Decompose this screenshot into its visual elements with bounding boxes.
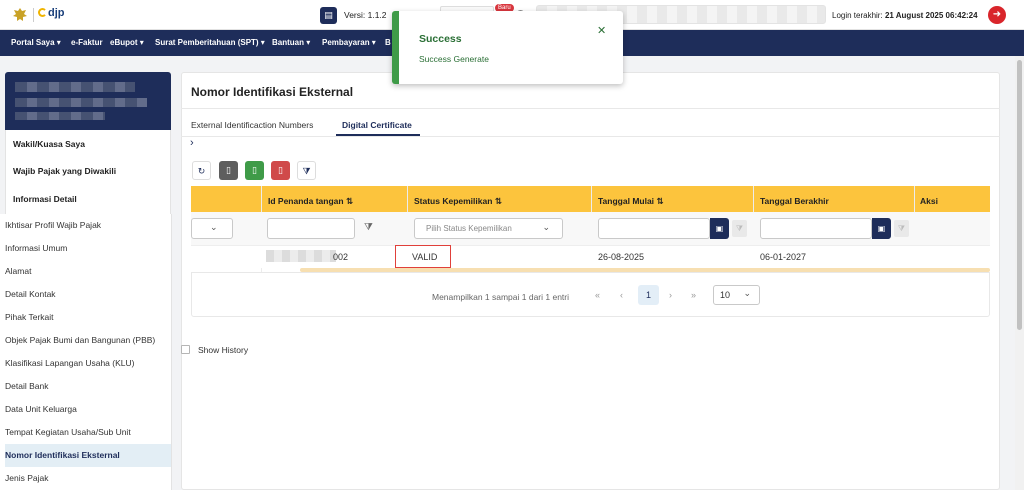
refresh-button[interactable]: ↻ (192, 161, 211, 180)
start-date-input[interactable] (598, 218, 710, 239)
pdf-icon: ▯ (278, 165, 283, 175)
nav-spt[interactable]: Surat Pemberitahuan (SPT) ▾ (155, 38, 265, 47)
logo-separator (33, 8, 34, 22)
excel-icon: ▯ (252, 165, 257, 175)
clear-filter-button[interactable]: ⧩ (297, 161, 316, 180)
nav-ebupot[interactable]: eBupot ▾ (110, 38, 144, 47)
redacted-info (15, 112, 105, 120)
logout-icon: ➜ (992, 9, 1002, 20)
tab-digital-certificate[interactable]: Digital Certificate (342, 120, 412, 130)
sidebar-item-detail-kontak[interactable]: Detail Kontak (5, 283, 171, 306)
chevron-down-icon: ⌄ (743, 288, 751, 298)
sidebar-item-pihak-terkait[interactable]: Pihak Terkait (5, 306, 171, 329)
chevron-right-icon[interactable]: › (190, 137, 194, 149)
column-tanggal-mulai[interactable]: Tanggal Mulai ⇅ (598, 196, 664, 207)
clear-date-button[interactable]: ⧩ (732, 220, 747, 237)
sidebar-heading-wajib-pajak[interactable]: Wajib Pajak yang Diwakili (13, 166, 116, 176)
sidebar-heading-wakil[interactable]: Wakil/Kuasa Saya (13, 139, 85, 149)
nav-pembayaran[interactable]: Pembayaran ▾ (322, 38, 376, 47)
pagination-summary: Menampilkan 1 sampai 1 dari 1 entri (432, 292, 570, 302)
first-page-button[interactable]: « (595, 290, 600, 300)
djp-logo[interactable]: djp (38, 7, 65, 19)
sidebar-item-detail-bank[interactable]: Detail Bank (5, 375, 171, 398)
filter-icon: ⧩ (302, 166, 311, 176)
sidebar-item-nomor-identifikasi[interactable]: Nomor Identifikasi Eksternal (5, 444, 171, 467)
nav-portal-saya[interactable]: Portal Saya ▾ (11, 38, 61, 47)
tab-external-identification[interactable]: External Identificaction Numbers (191, 120, 313, 130)
last-login: Login terakhir: 21 August 2025 06:42:24 (832, 11, 978, 20)
sidebar-item-klu[interactable]: Klasifikasi Lapangan Usaha (KLU) (5, 352, 171, 375)
file-icon: ▯ (226, 165, 231, 175)
close-icon[interactable]: ✕ (597, 24, 606, 37)
refresh-icon: ↻ (197, 166, 206, 176)
sidebar-item-informasi-umum[interactable]: Informasi Umum (5, 237, 171, 260)
page-title: Nomor Identifikasi Eksternal (191, 85, 354, 99)
clear-date-button[interactable]: ⧩ (894, 220, 909, 237)
version-label: Versi: 1.1.2 (344, 10, 387, 20)
sidebar-item-alamat[interactable]: Alamat (5, 260, 171, 283)
show-history-label[interactable]: Show History (198, 345, 248, 355)
sidebar-heading-informasi[interactable]: Informasi Detail (13, 194, 77, 204)
export-excel-button[interactable]: ▯ (245, 161, 264, 180)
column-aksi: Aksi (920, 196, 938, 206)
column-filter-select[interactable]: ⌄ (191, 218, 233, 239)
id-filter-input[interactable] (267, 218, 355, 239)
pagination-bar (191, 273, 990, 317)
sidebar-item-tempat-usaha[interactable]: Tempat Kegiatan Usaha/Sub Unit (5, 421, 171, 444)
divider (181, 108, 1000, 109)
nav-e-faktur[interactable]: e-Faktur (71, 38, 103, 47)
chevron-down-icon: ⌄ (542, 222, 550, 232)
redacted-id (266, 250, 336, 262)
status-filter-select[interactable]: Pilih Status Kepemilikan ⌄ (414, 218, 563, 239)
page-size-select[interactable]: 10 ⌄ (713, 285, 760, 305)
page-1-button[interactable]: 1 (638, 285, 659, 305)
export-pdf-button[interactable]: ▯ (271, 161, 290, 180)
logout-button[interactable]: ➜ (988, 6, 1006, 24)
sidebar-item-unit-keluarga[interactable]: Data Unit Keluarga (5, 398, 171, 421)
cell-tanggal-berakhir: 06-01-2027 (760, 252, 807, 262)
column-status-kepemilikan[interactable]: Status Kepemilikan ⇅ (414, 196, 502, 207)
cell-id-penanda-tangan: 002 (333, 252, 349, 262)
filter-icon[interactable]: ⧩ (364, 222, 373, 233)
show-history-checkbox[interactable] (181, 345, 190, 354)
status-filter-placeholder: Pilih Status Kepemilikan (426, 224, 512, 233)
toast-message: Success Generate (419, 54, 489, 64)
calendar-icon: ▣ (877, 224, 886, 233)
garuda-emblem-icon (13, 8, 27, 21)
last-page-button[interactable]: » (691, 290, 696, 300)
sidebar-item-ikhtisar[interactable]: Ikhtisar Profil Wajib Pajak (5, 214, 171, 237)
column-tanggal-berakhir: Tanggal Berakhir (760, 196, 829, 206)
filter-icon: ⧩ (897, 224, 906, 233)
cell-tanggal-mulai: 26-08-2025 (598, 252, 645, 262)
end-date-input[interactable] (760, 218, 872, 239)
highlight-box (395, 245, 451, 268)
page-size-value: 10 (720, 290, 731, 300)
sidebar-item-jenis-pajak[interactable]: Jenis Pajak (5, 467, 171, 490)
calendar-button[interactable]: ▣ (872, 218, 891, 239)
nav-bantuan[interactable]: Bantuan ▾ (272, 38, 310, 47)
calendar-button[interactable]: ▣ (710, 218, 729, 239)
document-icon: ▤ (324, 10, 333, 20)
success-toast (392, 11, 623, 84)
prev-page-button[interactable]: ‹ (620, 290, 623, 300)
calendar-icon: ▣ (715, 224, 724, 233)
filter-icon: ⧩ (735, 224, 744, 233)
redacted-npwp (15, 98, 147, 107)
page-scrollbar-thumb[interactable] (1017, 60, 1022, 330)
toast-title: Success (419, 33, 462, 45)
document-button[interactable]: ▤ (320, 7, 337, 24)
tab-divider (181, 136, 1000, 137)
next-page-button[interactable]: › (669, 290, 672, 300)
nav-more[interactable]: B (385, 38, 391, 47)
redacted-name (15, 82, 135, 92)
new-document-button[interactable]: ▯ (219, 161, 238, 180)
chevron-down-icon: ⌄ (210, 222, 218, 232)
column-id-penanda-tangan[interactable]: Id Penanda tangan ⇅ (268, 196, 353, 207)
sidebar-item-pbb[interactable]: Objek Pajak Bumi dan Bangunan (PBB) (5, 329, 171, 352)
